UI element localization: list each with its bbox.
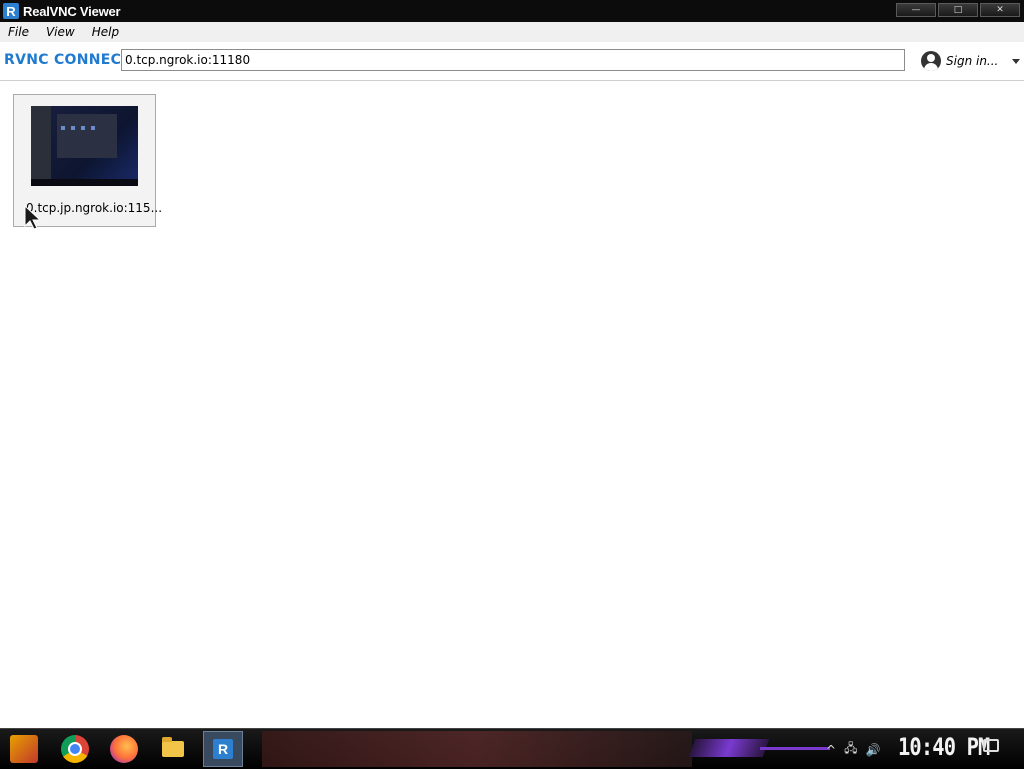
menu-view[interactable]: View [38, 25, 84, 39]
taskbar-decoration [688, 739, 770, 757]
taskbar: R ^ 🖧 🔊 10:40 PM [0, 728, 1024, 769]
connection-label: 0.tcp.jp.ngrok.io:115... [26, 201, 163, 215]
address-book-area: 0.tcp.jp.ngrok.io:115... [0, 81, 1024, 728]
sign-in-button[interactable]: Sign in... [921, 51, 1021, 71]
connection-thumbnail [31, 106, 138, 186]
address-input[interactable] [121, 49, 905, 71]
maximize-button[interactable]: □ [938, 3, 978, 17]
firefox-icon[interactable] [110, 735, 138, 763]
toolbar: RVNC CONNECT Sign in... [0, 42, 1024, 81]
clock[interactable]: 10:40 PM [898, 733, 990, 761]
file-explorer-icon[interactable] [159, 735, 187, 763]
rvnc-connect-logo: RVNC CONNECT [4, 52, 132, 68]
network-icon[interactable]: 🖧 [844, 739, 857, 760]
minimize-button[interactable]: — [896, 3, 936, 17]
mouse-cursor-icon [24, 204, 42, 230]
taskbar-wallpaper-area [262, 731, 692, 767]
realvnc-app-icon: R [3, 3, 19, 19]
realvnc-icon: R [213, 739, 233, 759]
title-bar: R RealVNC Viewer — □ ✕ [0, 0, 1024, 22]
menu-help[interactable]: Help [84, 25, 128, 39]
window-title: RealVNC Viewer [23, 3, 121, 19]
realvnc-taskbar-button[interactable]: R [203, 731, 243, 767]
close-button[interactable]: ✕ [980, 3, 1020, 17]
show-hidden-icons-icon[interactable]: ^ [826, 743, 836, 757]
notification-icon[interactable] [983, 739, 999, 752]
sign-in-label: Sign in... [946, 54, 999, 68]
chevron-down-icon[interactable] [1012, 58, 1021, 64]
start-icon[interactable] [10, 735, 38, 763]
user-icon [921, 51, 941, 71]
menu-bar: File View Help [0, 22, 1024, 42]
chrome-icon[interactable] [61, 735, 89, 763]
taskbar-decoration-line [760, 747, 830, 750]
system-tray: ^ 🖧 🔊 [826, 739, 880, 760]
volume-icon[interactable]: 🔊 [865, 743, 880, 757]
window-controls: — □ ✕ [896, 3, 1020, 17]
menu-file[interactable]: File [0, 25, 38, 39]
